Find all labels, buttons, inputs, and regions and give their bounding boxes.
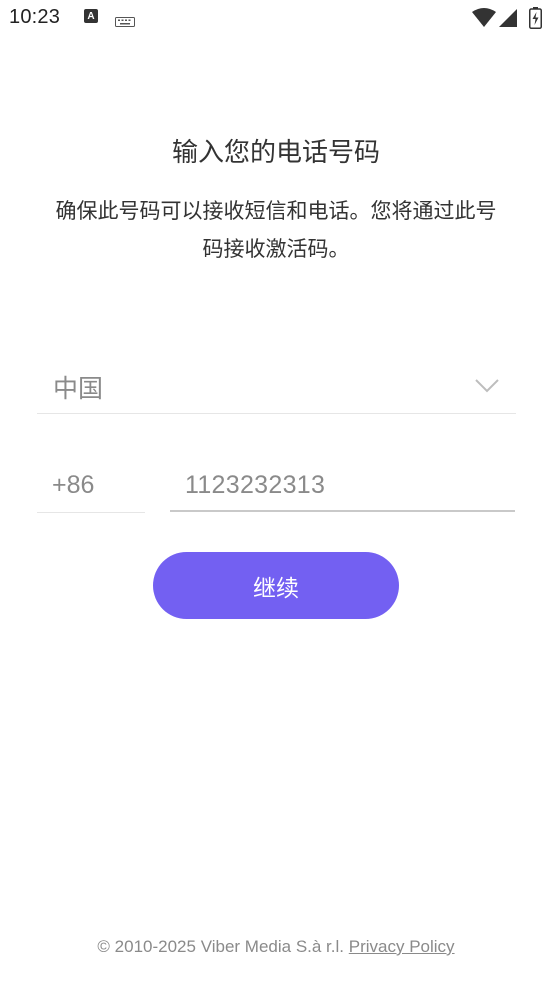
- status-bar: 10:23 A: [0, 0, 552, 38]
- phone-number-value: 1123232313: [185, 471, 326, 499]
- country-code-field[interactable]: +86: [37, 462, 145, 513]
- page-subtitle: 确保此号码可以接收短信和电话。您将通过此号码接收激活码。: [55, 199, 497, 261]
- status-time: 10:23: [9, 6, 61, 28]
- cell-signal-icon: [498, 8, 518, 32]
- country-code-value: +86: [52, 471, 95, 499]
- chevron-down-icon: [475, 378, 499, 397]
- keyboard-icon: [115, 12, 135, 31]
- country-select[interactable]: 中国: [37, 360, 516, 414]
- continue-button[interactable]: 继续: [153, 552, 399, 619]
- country-value: 中国: [53, 374, 104, 403]
- phone-number-input[interactable]: 1123232313: [170, 462, 515, 512]
- text-notification-icon: A: [84, 9, 98, 23]
- footer: © 2010-2025 Viber Media S.à r.l. Privacy…: [0, 937, 552, 957]
- copyright-text: © 2010-2025 Viber Media S.à r.l.: [97, 937, 345, 956]
- wifi-icon: [472, 8, 496, 32]
- privacy-policy-link[interactable]: Privacy Policy: [349, 937, 455, 956]
- battery-icon: [529, 7, 542, 33]
- page-title: 输入您的电话号码: [171, 138, 380, 168]
